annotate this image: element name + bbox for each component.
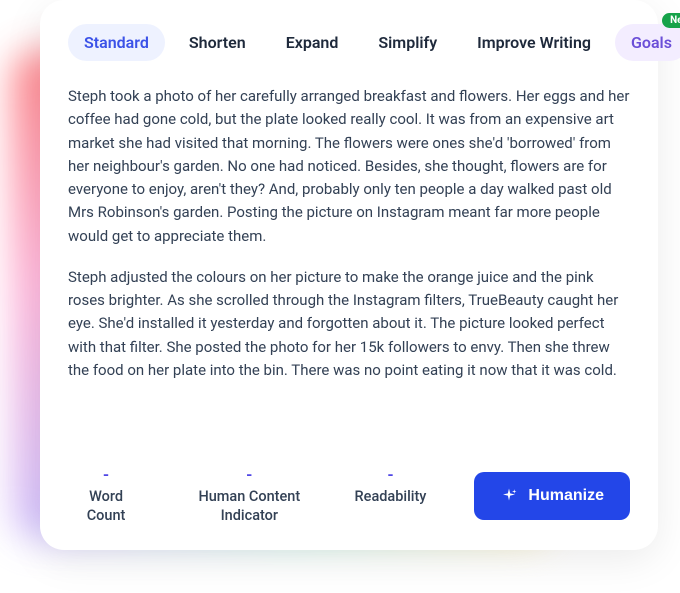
human-content-value: - [246, 465, 252, 484]
word-count-label: Word Count [68, 488, 144, 526]
readability-value: - [387, 465, 393, 484]
metric-readability: - Readability [355, 465, 427, 507]
editor-card: Standard Shorten Expand Simplify Improve… [40, 0, 658, 550]
sparkle-icon [500, 487, 518, 505]
humanize-button[interactable]: Humanize [474, 472, 630, 520]
word-count-value: - [103, 465, 109, 484]
paragraph-1: Steph took a photo of her carefully arra… [68, 85, 630, 248]
tab-goals[interactable]: Goals New [615, 24, 680, 61]
metric-word-count: - Word Count [68, 465, 144, 526]
tab-standard[interactable]: Standard [68, 24, 165, 61]
humanize-label: Humanize [528, 487, 604, 505]
metric-human-content: - Human Content Indicator [168, 465, 330, 526]
footer-bar: - Word Count - Human Content Indicator -… [68, 465, 630, 526]
mode-tabs: Standard Shorten Expand Simplify Improve… [68, 24, 630, 61]
readability-label: Readability [355, 488, 427, 507]
tab-goals-label: Goals [631, 33, 672, 52]
text-content[interactable]: Steph took a photo of her carefully arra… [68, 85, 630, 449]
human-content-label: Human Content Indicator [168, 488, 330, 526]
tab-expand[interactable]: Expand [270, 24, 355, 61]
new-badge: New [662, 13, 680, 28]
tab-simplify[interactable]: Simplify [362, 24, 453, 61]
tab-improve-writing[interactable]: Improve Writing [461, 24, 607, 61]
tab-shorten[interactable]: Shorten [173, 24, 262, 61]
paragraph-2: Steph adjusted the colours on her pictur… [68, 266, 630, 382]
